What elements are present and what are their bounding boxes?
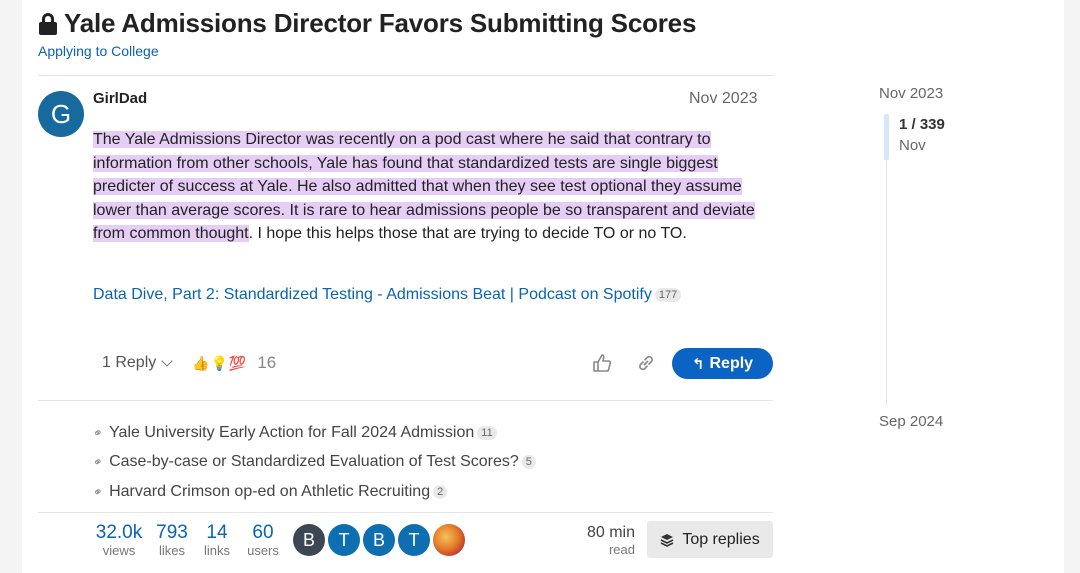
- like-icon[interactable]: [592, 353, 614, 373]
- link-icon[interactable]: [636, 353, 656, 373]
- topic-link-item[interactable]: ⚭ Yale University Early Action for Fall …: [90, 418, 536, 448]
- hundred-emoji: 💯: [228, 354, 247, 371]
- layers-icon: [660, 533, 674, 547]
- topic-link-title[interactable]: Yale University Early Action for Fall 20…: [109, 424, 474, 442]
- participant-avatar[interactable]: B: [293, 524, 325, 556]
- avatar[interactable]: G: [38, 91, 84, 137]
- post-username[interactable]: GirlDad: [93, 90, 147, 107]
- topic-link-title[interactable]: Case-by-case or Standardized Evaluation …: [109, 453, 519, 471]
- likes-label: likes: [158, 543, 185, 558]
- lock-icon: [38, 11, 58, 37]
- chain-link-icon: ⚭: [90, 453, 106, 471]
- link-click-count: 177: [654, 288, 682, 302]
- timeline-scroller-handle[interactable]: [884, 114, 889, 160]
- participant-avatar[interactable]: T: [328, 524, 360, 556]
- links-stat[interactable]: 14 links: [200, 523, 234, 559]
- chevron-down-icon: [161, 355, 173, 367]
- topic-link-count: 11: [477, 425, 497, 440]
- lightbulb-emoji: 💡: [210, 354, 228, 371]
- users-count: 60: [252, 522, 274, 543]
- timeline-position-date: Nov: [899, 137, 926, 154]
- participant-avatar-photo[interactable]: [433, 524, 465, 556]
- users-stat[interactable]: 60 users: [244, 523, 282, 559]
- views-count: 32.0k: [95, 522, 143, 543]
- views-stat: 32.0k views: [94, 523, 144, 559]
- timeline-position: 1 / 339: [899, 116, 945, 133]
- show-replies-button[interactable]: 1 Reply: [102, 354, 173, 372]
- onebox-link-text[interactable]: Data Dive, Part 2: Standardized Testing …: [93, 286, 652, 304]
- chain-link-icon: ⚭: [90, 424, 106, 442]
- timeline-start-date[interactable]: Nov 2023: [879, 85, 943, 102]
- likes-stat: 793 likes: [154, 523, 190, 559]
- read-time-label: read: [608, 542, 635, 557]
- topic-link-title[interactable]: Harvard Crimson op-ed on Athletic Recrui…: [109, 483, 430, 501]
- reply-label: Reply: [709, 354, 754, 372]
- read-time-value: 80 min: [586, 524, 635, 541]
- topic-link-count: 2: [433, 484, 448, 499]
- thumbs-up-emoji: 👍: [192, 354, 210, 371]
- post-body: The Yale Admissions Director was recentl…: [93, 128, 773, 246]
- post-date[interactable]: Nov 2023: [689, 90, 758, 108]
- reply-button[interactable]: ↰ Reply: [672, 348, 773, 379]
- top-replies-button[interactable]: Top replies: [647, 521, 773, 558]
- category-link[interactable]: Applying to College: [38, 43, 159, 59]
- topic-link-item[interactable]: ⚭ Case-by-case or Standardized Evaluatio…: [90, 448, 536, 478]
- post-text: . I hope this helps those that are tryin…: [248, 225, 687, 242]
- reaction-count: 16: [257, 353, 277, 372]
- top-replies-label: Top replies: [682, 530, 760, 548]
- reply-arrow-icon: ↰: [691, 355, 705, 373]
- divider: [38, 400, 773, 401]
- participant-avatar[interactable]: B: [363, 524, 395, 556]
- divider: [38, 75, 773, 76]
- participant-avatar[interactable]: T: [398, 524, 430, 556]
- divider: [38, 512, 773, 513]
- timeline-end-date[interactable]: Sep 2024: [879, 413, 943, 430]
- topic-header: Yale Admissions Director Favors Submitti…: [38, 8, 696, 39]
- users-label: users: [247, 543, 279, 558]
- read-time: 80 min read: [580, 523, 635, 558]
- topic-links: ⚭ Yale University Early Action for Fall …: [90, 418, 536, 507]
- likes-count: 793: [156, 522, 188, 543]
- topic-link-count: 5: [521, 455, 536, 470]
- links-label: links: [203, 543, 230, 558]
- participant-avatars: B T B T: [293, 524, 465, 556]
- replies-label: 1 Reply: [102, 354, 157, 371]
- reactions[interactable]: 👍 💡 💯 16: [192, 353, 276, 373]
- links-count: 14: [206, 522, 228, 543]
- topic-link-item[interactable]: ⚭ Harvard Crimson op-ed on Athletic Recr…: [90, 477, 536, 507]
- topic-title[interactable]: Yale Admissions Director Favors Submitti…: [64, 8, 696, 39]
- chain-link-icon: ⚭: [90, 483, 106, 501]
- views-label: views: [102, 543, 136, 558]
- onebox-link[interactable]: Data Dive, Part 2: Standardized Testing …: [93, 286, 682, 304]
